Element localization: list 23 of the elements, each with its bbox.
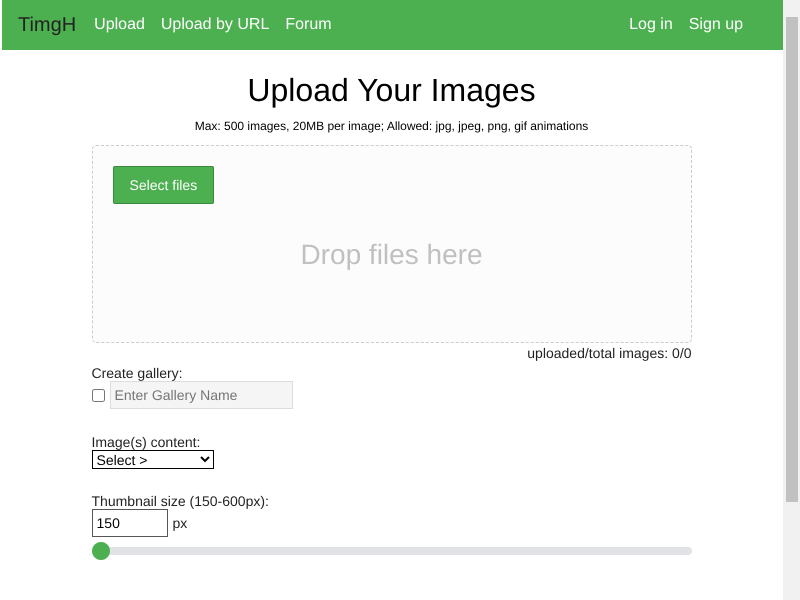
thumbnail-label: Thumbnail size (150-600px): (92, 493, 270, 509)
nav-link[interactable]: Upload by URL (160, 16, 270, 34)
drop-zone[interactable]: Select files Drop files here (92, 145, 692, 343)
content-label: Image(s) content: (92, 434, 202, 450)
unit-label: px (172, 515, 188, 531)
upload-counter: uploaded/total images: 0/0 (527, 345, 692, 361)
gallery-name-field[interactable]: Enter Gallery Name (110, 381, 292, 409)
scrollbar[interactable] (783, 0, 800, 600)
drop-hint: Drop files here (300, 239, 483, 271)
slider-thumb[interactable] (92, 542, 110, 560)
content-select[interactable]: Select > (92, 450, 214, 469)
nav-link[interactable]: Forum (285, 16, 332, 34)
nav-link[interactable]: Upload (94, 16, 145, 34)
upload-limits: Max: 500 images, 20MB per image; Allowed: jpg, jpeg, png, gif animations (194, 119, 590, 133)
select-files-button[interactable]: Select files (112, 166, 214, 204)
thumbnail-size-field[interactable]: 150 (92, 509, 168, 537)
brand-link[interactable]: TimgH (18, 14, 76, 36)
nav-link[interactable]: Log in (629, 16, 673, 34)
gallery-label: Create gallery: (92, 365, 184, 381)
nav-link[interactable]: Sign up (688, 16, 743, 34)
size-slider[interactable] (92, 542, 692, 560)
gallery-checkbox[interactable] (92, 388, 104, 402)
page-title: Upload Your Images (246, 72, 537, 109)
